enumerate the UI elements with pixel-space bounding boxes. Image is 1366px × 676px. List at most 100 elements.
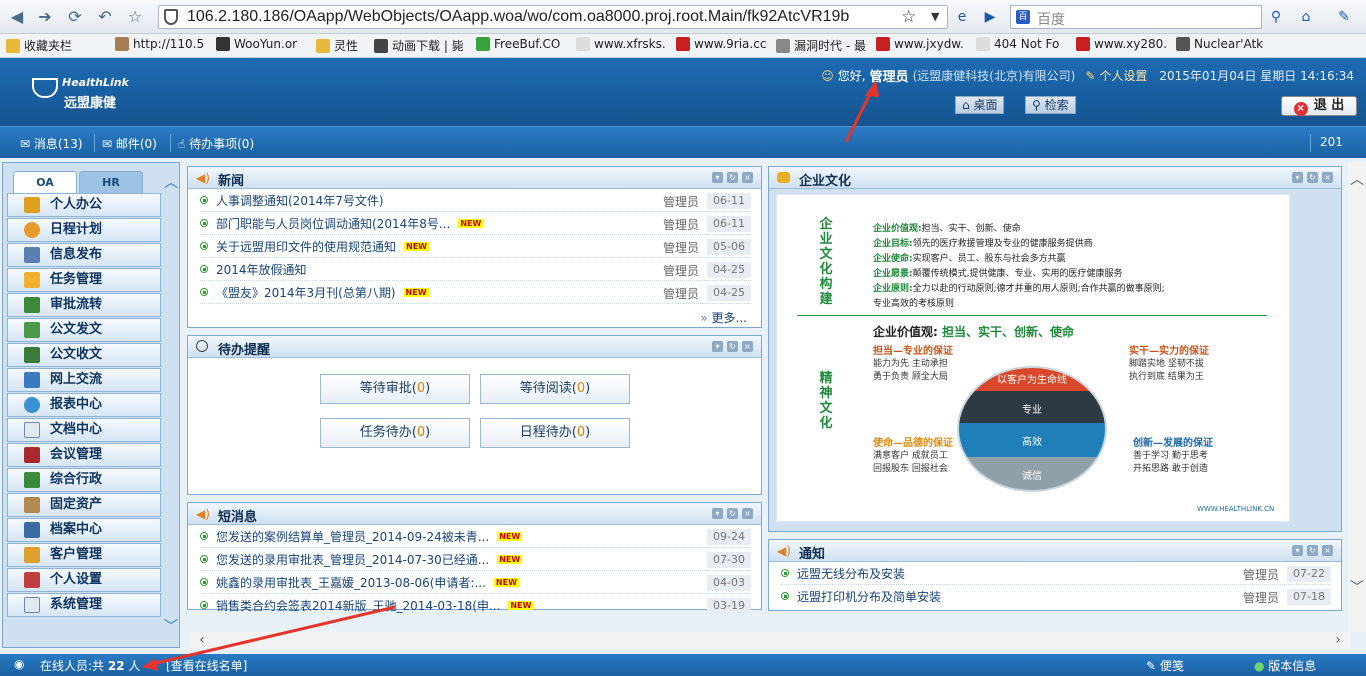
sidebar-item-admin[interactable]: 综合行政 bbox=[7, 468, 161, 492]
sidebar-item-personal-settings[interactable]: 个人设置 bbox=[7, 568, 161, 592]
list-item[interactable]: 人事调整通知(2014年7号文件) 管理员 06-11 bbox=[200, 190, 751, 212]
news-title[interactable]: 2014年放假通知 bbox=[216, 261, 307, 278]
bookmark-item[interactable]: FreeBuf.CO bbox=[476, 37, 560, 51]
chevron-right-icon[interactable]: › bbox=[1330, 632, 1346, 648]
close-icon[interactable]: × bbox=[742, 341, 753, 352]
news-title[interactable]: 关于远盟用印文件的使用规范通知 NEW bbox=[216, 238, 429, 255]
forward-icon[interactable]: ➔ bbox=[34, 7, 56, 27]
news-title[interactable]: 部门职能与人员岗位调动通知(2014年8号... NEW bbox=[216, 215, 484, 232]
sidebar-item-archive[interactable]: 档案中心 bbox=[7, 518, 161, 542]
sidebar-item-report-center[interactable]: 报表中心 bbox=[7, 393, 161, 417]
message-title[interactable]: 销售类合约会签表2014新版_王驰_2014-03-18(申... NEW bbox=[216, 597, 534, 614]
bookmark-item[interactable]: www.jxydw. bbox=[876, 37, 964, 51]
tab-hr[interactable]: HR bbox=[79, 171, 143, 193]
search-icon[interactable]: ⚲ bbox=[1266, 7, 1286, 27]
bookmark-item[interactable]: www.9ria.cc bbox=[676, 37, 766, 51]
sidebar-item-meeting[interactable]: 会议管理 bbox=[7, 443, 161, 467]
view-online-list-link[interactable]: [查看在线名单] bbox=[166, 657, 247, 674]
notice-title[interactable]: 远盟无线分布及安装 bbox=[797, 565, 905, 582]
bookmark-item[interactable]: www.xy280. bbox=[1076, 37, 1167, 51]
sidebar-item-customer[interactable]: 客户管理 bbox=[7, 543, 161, 567]
sidebar-item-schedule[interactable]: 日程计划 bbox=[7, 218, 161, 242]
close-icon[interactable]: × bbox=[742, 508, 753, 519]
list-item[interactable]: 2014年放假通知 管理员 04-25 bbox=[200, 259, 751, 281]
mail-link[interactable]: ✉ 邮件(0) bbox=[102, 135, 157, 152]
sidebar-item-info-publish[interactable]: 信息发布 bbox=[7, 243, 161, 267]
chevron-down-icon[interactable]: ▼ bbox=[931, 10, 939, 23]
notes-link[interactable]: ✎ 便笺 bbox=[1146, 657, 1184, 674]
tab-oa[interactable]: OA bbox=[13, 171, 77, 193]
refresh-icon[interactable]: ↻ bbox=[1307, 545, 1318, 556]
chevron-up-icon[interactable]: ︿ bbox=[1349, 172, 1365, 188]
bookmark-item[interactable]: 404 Not Fo bbox=[976, 37, 1059, 51]
address-bar[interactable]: 106.2.180.186/OAapp/WebObjects/OAapp.woa… bbox=[158, 5, 948, 29]
chevron-down-icon[interactable]: ﹀ bbox=[1349, 580, 1365, 596]
message-title[interactable]: 您发送的录用审批表_管理员_2014-07-30已经通... NEW bbox=[216, 551, 523, 568]
message-title[interactable]: 您发送的案例结算单_管理员_2014-09-24被未青... NEW bbox=[216, 528, 523, 545]
news-title[interactable]: 《盟友》2014年3月刊(总第八期) NEW bbox=[216, 284, 429, 301]
bookmark-star-icon[interactable]: ☆ bbox=[901, 7, 916, 27]
message-title[interactable]: 姚鑫的录用审批表_王嘉媛_2013-08-06(申请者:... NEW bbox=[216, 574, 519, 591]
refresh-icon[interactable]: ↻ bbox=[727, 508, 738, 519]
notice-title[interactable]: 远盟打印机分布及简单安装 bbox=[797, 588, 941, 605]
sidebar-item-online-exchange[interactable]: 网上交流 bbox=[7, 368, 161, 392]
task-todo-button[interactable]: 任务待办(0) bbox=[320, 418, 470, 448]
bookmark-item[interactable]: WooYun.or bbox=[216, 37, 297, 51]
todo-link[interactable]: ☝ 待办事项(0) bbox=[178, 135, 254, 152]
refresh-icon[interactable]: ↻ bbox=[727, 341, 738, 352]
list-item[interactable]: 《盟友》2014年3月刊(总第八期) NEW 管理员 04-25 bbox=[200, 282, 751, 304]
bookmark-item[interactable]: 动画下载 | 毙 bbox=[374, 37, 464, 54]
list-item[interactable]: 关于远盟用印文件的使用规范通知 NEW 管理员 05-06 bbox=[200, 236, 751, 258]
sidebar-item-fixed-assets[interactable]: 固定资产 bbox=[7, 493, 161, 517]
bookmark-item[interactable]: 灵性 bbox=[316, 37, 358, 54]
sidebar-item-approval[interactable]: 审批流转 bbox=[7, 293, 161, 317]
schedule-todo-button[interactable]: 日程待办(0) bbox=[480, 418, 630, 448]
retrieve-button[interactable]: ⚲ 检索 bbox=[1025, 96, 1076, 114]
pending-approval-button[interactable]: 等待审批(0) bbox=[320, 374, 470, 404]
main-vertical-scrollbar[interactable]: ︿ ﹀ bbox=[1348, 162, 1366, 632]
version-link[interactable]: ● 版本信息 bbox=[1254, 657, 1316, 674]
list-item[interactable]: 远盟无线分布及安装 管理员 07-22 bbox=[781, 563, 1331, 585]
collapse-icon[interactable]: ▾ bbox=[712, 341, 723, 352]
sidebar-item-task[interactable]: 任务管理 bbox=[7, 268, 161, 292]
messages-link[interactable]: ✉ 消息(13) bbox=[20, 135, 83, 152]
desktop-button[interactable]: ⌂ 桌面 bbox=[955, 96, 1005, 114]
list-item[interactable]: 姚鑫的录用审批表_王嘉媛_2013-08-06(申请者:... NEW 04-03 bbox=[200, 572, 751, 594]
undo-icon[interactable]: ↶ bbox=[94, 7, 116, 27]
collapse-icon[interactable]: ▾ bbox=[1292, 545, 1303, 556]
sidebar-item-doc-send[interactable]: 公文发文 bbox=[7, 318, 161, 342]
sidebar-item-document-center[interactable]: 文档中心 bbox=[7, 418, 161, 442]
sidebar-scrollbar[interactable]: ︿ ﹀ bbox=[163, 169, 179, 639]
favorite-star-icon[interactable]: ☆ bbox=[124, 7, 146, 27]
back-icon[interactable]: ◀ bbox=[6, 7, 28, 27]
sidebar-item-doc-receive[interactable]: 公文收文 bbox=[7, 343, 161, 367]
close-icon[interactable]: × bbox=[1322, 172, 1333, 183]
tools-icon[interactable]: ✎ bbox=[1334, 7, 1354, 27]
chevron-down-icon[interactable]: ﹀ bbox=[163, 619, 179, 635]
bookmark-item[interactable]: 收藏夹栏 bbox=[6, 37, 72, 54]
url-text[interactable]: 106.2.180.186/OAapp/WebObjects/OAapp.woa… bbox=[187, 8, 902, 26]
refresh-icon[interactable]: ↻ bbox=[1307, 172, 1318, 183]
list-item[interactable]: 部门职能与人员岗位调动通知(2014年8号... NEW 管理员 06-11 bbox=[200, 213, 751, 235]
pending-read-button[interactable]: 等待阅读(0) bbox=[480, 374, 630, 404]
news-title[interactable]: 人事调整通知(2014年7号文件) bbox=[216, 192, 384, 209]
chevron-left-icon[interactable]: ‹ bbox=[194, 632, 210, 648]
list-item[interactable]: 您发送的案例结算单_管理员_2014-09-24被未青... NEW 09-24 bbox=[200, 526, 751, 548]
search-input[interactable]: 百 百度 bbox=[1010, 5, 1262, 29]
collapse-icon[interactable]: ▾ bbox=[712, 508, 723, 519]
list-item[interactable]: 远盟打印机分布及简单安装 管理员 07-18 bbox=[781, 586, 1331, 608]
username[interactable]: 管理员 bbox=[870, 66, 909, 85]
close-icon[interactable]: × bbox=[1322, 545, 1333, 556]
collapse-icon[interactable]: ▾ bbox=[712, 172, 723, 183]
sidebar-item-system[interactable]: 系统管理 bbox=[7, 593, 161, 617]
home-icon[interactable]: ⌂ bbox=[1296, 7, 1316, 27]
bookmark-item[interactable]: 漏洞时代 - 最 bbox=[776, 37, 866, 54]
personal-settings-link[interactable]: 个人设置 bbox=[1099, 67, 1147, 84]
refresh-icon[interactable]: ⟳ bbox=[64, 7, 86, 27]
go-icon[interactable]: ▶ bbox=[980, 7, 1000, 27]
close-icon[interactable]: × bbox=[742, 172, 753, 183]
list-item[interactable]: 销售类合约会签表2014新版_王驰_2014-03-18(申... NEW 03-1… bbox=[200, 595, 751, 617]
bookmark-item[interactable]: http://110.5 bbox=[115, 37, 204, 51]
chevron-up-icon[interactable]: ︿ bbox=[163, 175, 179, 191]
logout-button[interactable]: × 退 出 bbox=[1281, 96, 1357, 116]
